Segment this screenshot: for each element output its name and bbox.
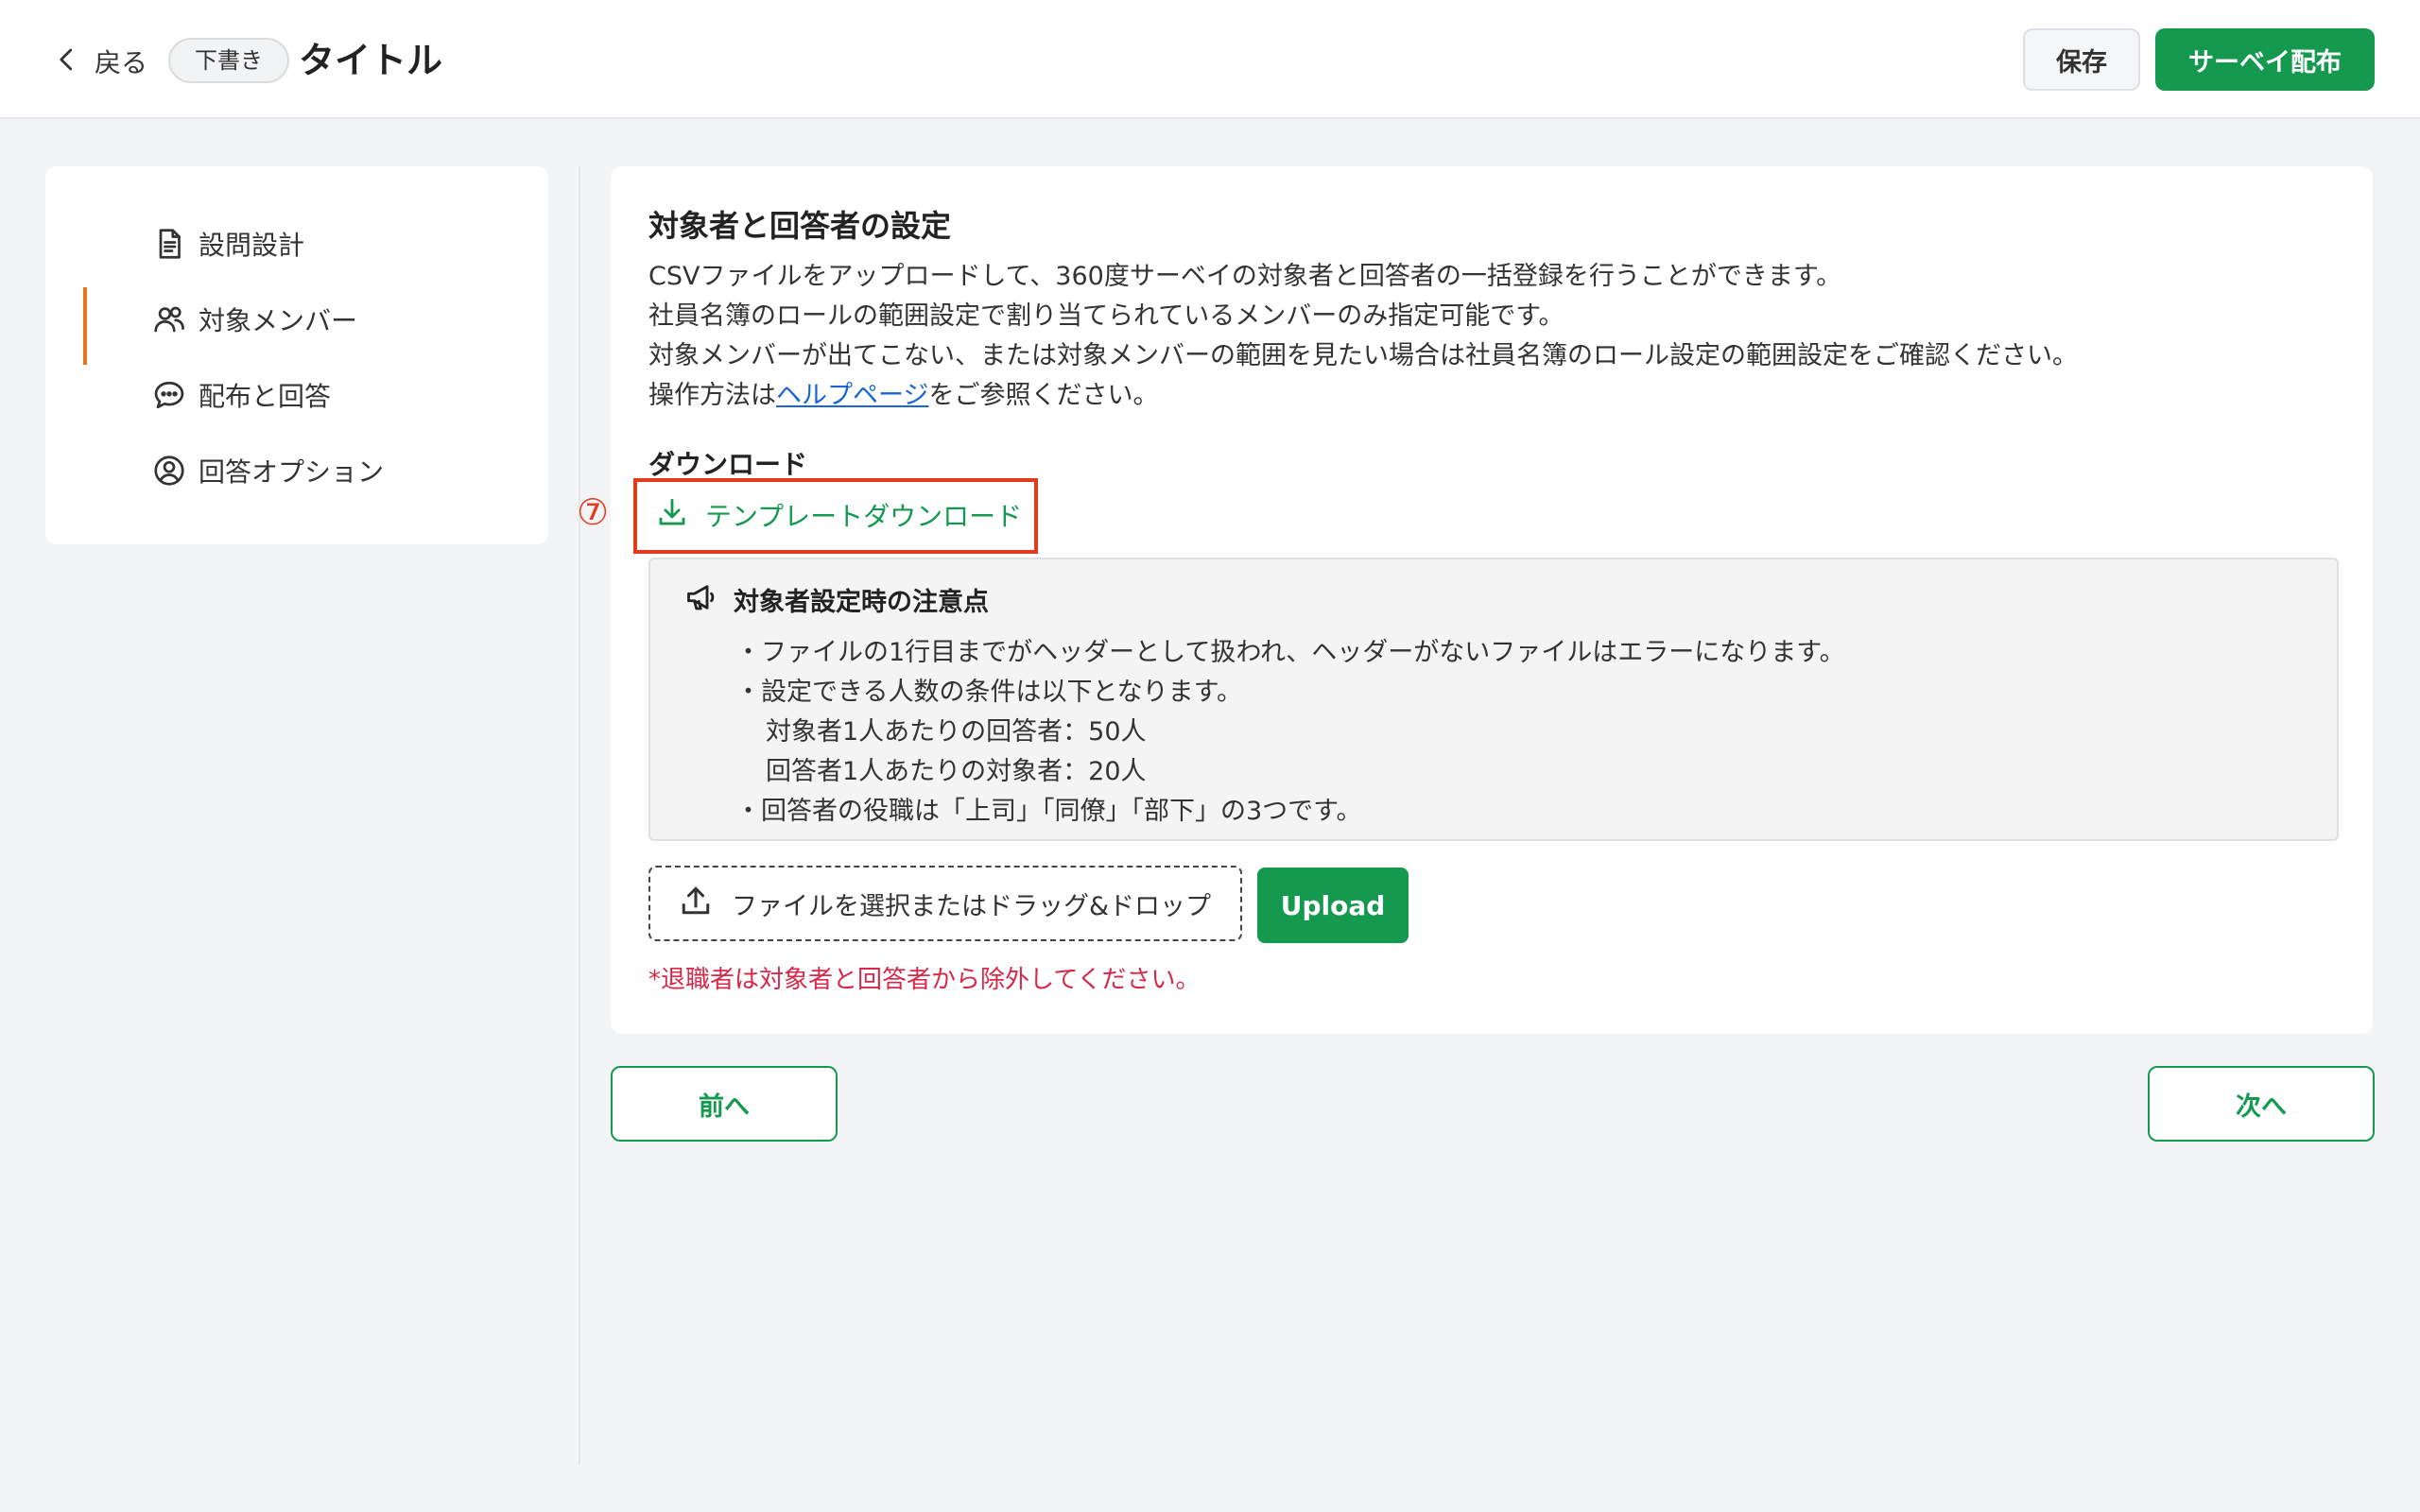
save-button[interactable]: 保存 bbox=[2023, 28, 2140, 91]
chat-bubble-icon bbox=[149, 375, 189, 415]
vertical-divider bbox=[579, 166, 580, 1465]
active-indicator bbox=[83, 287, 87, 365]
description: CSVファイルをアップロードして、360度サーベイの対象者と回答者の一括登録を行… bbox=[648, 257, 2078, 416]
notice-item: ・設定できる人数の条件は以下となります。 bbox=[735, 678, 1242, 707]
notice-item: ・回答者の役職は「上司」「同僚」「部下」の3つです。 bbox=[735, 797, 1362, 826]
sidebar-item-question-design[interactable]: 設問設計 bbox=[83, 217, 518, 270]
sidebar-item-label: 配布と回答 bbox=[199, 381, 332, 412]
back-label: 戻る bbox=[95, 47, 148, 78]
file-dropzone[interactable]: ファイルを選択またはドラッグ&ドロップ bbox=[648, 866, 1242, 941]
notice-subitem: 回答者1人あたりの対象者：20人 bbox=[766, 757, 1147, 786]
download-heading: ダウンロード bbox=[648, 449, 808, 480]
sidebar: 設問設計 対象メンバー 配布と回答 回答オプション bbox=[45, 166, 548, 544]
sidebar-item-answer-options[interactable]: 回答オプション bbox=[83, 444, 518, 497]
chevron-left-icon bbox=[53, 45, 81, 77]
previous-button[interactable]: 前へ bbox=[611, 1066, 838, 1142]
template-download-link[interactable]: テンプレートダウンロード bbox=[656, 491, 1022, 539]
download-icon bbox=[656, 496, 688, 535]
document-icon bbox=[149, 224, 189, 264]
notice-subitem: 対象者1人あたりの回答者：50人 bbox=[766, 717, 1147, 747]
template-download-label: テンプレートダウンロード bbox=[705, 501, 1023, 532]
next-button[interactable]: 次へ bbox=[2148, 1066, 2375, 1142]
notice-list: ・ファイルの1行目までがヘッダーとして扱われ、ヘッダーがないファイルはエラーにな… bbox=[735, 633, 1845, 832]
user-circle-icon bbox=[149, 451, 189, 490]
sidebar-item-label: 設問設計 bbox=[199, 230, 305, 261]
nav-indicator bbox=[83, 363, 87, 440]
top-header: 戻る 下書き タイトル 保存 サーベイ配布 bbox=[0, 0, 2420, 119]
section-title: 対象者と回答者の設定 bbox=[648, 208, 952, 244]
annotation-number: ⑦ bbox=[577, 491, 610, 533]
sidebar-item-label: 回答オプション bbox=[199, 456, 385, 488]
notice-item: ・ファイルの1行目までがヘッダーとして扱われ、ヘッダーがないファイルはエラーにな… bbox=[735, 638, 1845, 667]
help-page-link[interactable]: ヘルプページ bbox=[776, 381, 928, 410]
notice-header: 対象者設定時の注意点 bbox=[684, 580, 989, 618]
nav-indicator bbox=[83, 438, 87, 516]
nav-indicator bbox=[83, 212, 87, 289]
page-title: タイトル bbox=[299, 40, 443, 81]
sidebar-item-distribution[interactable]: 配布と回答 bbox=[83, 369, 518, 421]
retired-warning: *退職者は対象者と回答者から除外してください。 bbox=[648, 966, 1201, 994]
megaphone-icon bbox=[684, 580, 718, 618]
sidebar-item-label: 対象メンバー bbox=[199, 305, 358, 336]
distribute-survey-button[interactable]: サーベイ配布 bbox=[2155, 28, 2375, 91]
sidebar-item-target-members[interactable]: 対象メンバー bbox=[83, 287, 518, 365]
description-line: CSVファイルをアップロードして、360度サーベイの対象者と回答者の一括登録を行… bbox=[648, 262, 1842, 291]
help-suffix: をご参照ください。 bbox=[928, 381, 1159, 410]
help-line: 操作方法はヘルプページをご参照ください。 bbox=[648, 376, 2078, 416]
description-line: 社員名簿のロールの範囲設定で割り当てられているメンバーのみ指定可能です。 bbox=[648, 301, 1564, 331]
notice-box: 対象者設定時の注意点 ・ファイルの1行目までがヘッダーとして扱われ、ヘッダーがな… bbox=[648, 558, 2339, 841]
description-line: 対象メンバーが出てこない、または対象メンバーの範囲を見たい場合は社員名簿のロール… bbox=[648, 341, 2078, 370]
help-prefix: 操作方法は bbox=[648, 381, 776, 410]
file-dropzone-label: ファイルを選択またはドラッグ&ドロップ bbox=[732, 891, 1212, 921]
notice-title: 対象者設定時の注意点 bbox=[734, 587, 989, 617]
upload-icon bbox=[679, 884, 713, 924]
users-icon bbox=[149, 300, 189, 339]
settings-card: 対象者と回答者の設定 CSVファイルをアップロードして、360度サーベイの対象者… bbox=[577, 166, 2373, 1034]
back-button[interactable]: 戻る bbox=[53, 38, 147, 85]
status-badge: 下書き bbox=[168, 38, 289, 83]
upload-button[interactable]: Upload bbox=[1257, 868, 1409, 943]
